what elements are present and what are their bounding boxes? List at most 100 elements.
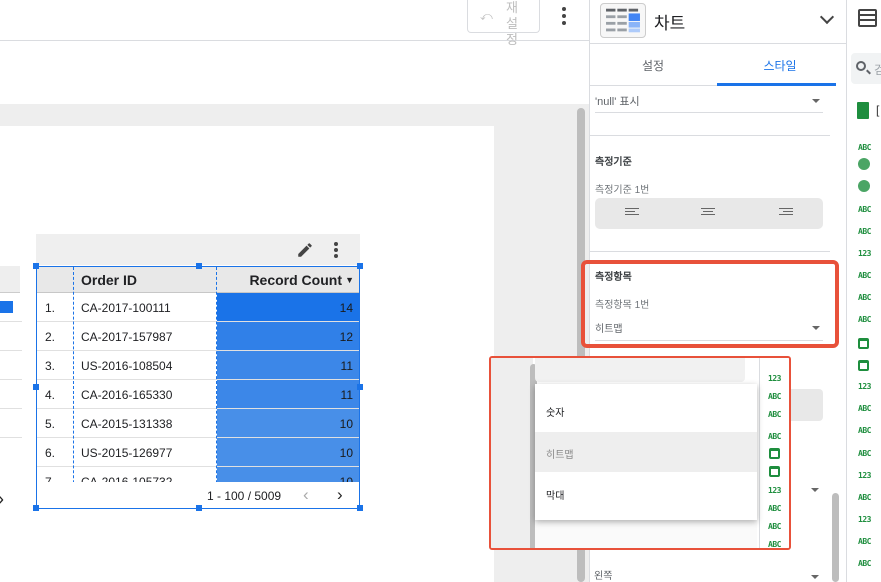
option-bar[interactable]: 막대 (535, 473, 757, 513)
metric-display-dropdown: 123 ABC ABC ABC 123 ABC ABC ABC 숫자 히트맵 막대 (489, 356, 791, 550)
table-row[interactable]: 4. CA-2016-165330 11 (37, 380, 359, 409)
record-count-cell: 11 (217, 380, 359, 408)
dimension-sub-label: 측정기준 1번 (595, 185, 650, 196)
reset-button[interactable]: ⤺ 재설 정 (467, 0, 540, 47)
calendar-icon (769, 466, 780, 477)
partial-table-bar (0, 301, 13, 313)
number-type-icon: 123 (858, 382, 871, 391)
text-type-icon: ABC (858, 315, 871, 324)
row-number: 6. (45, 446, 56, 460)
row-number: 1. (45, 301, 56, 315)
align-center-icon[interactable] (701, 208, 715, 219)
partial-table-divider (0, 437, 22, 438)
resize-handle[interactable] (33, 384, 39, 390)
tab-style[interactable]: 스타일 (717, 57, 843, 74)
column-header-order-id[interactable]: Order ID (81, 272, 137, 288)
next-page-icon[interactable]: › (337, 485, 343, 505)
section-divider (590, 135, 830, 136)
chevron-down-icon[interactable] (819, 9, 835, 25)
calendar-icon (769, 448, 780, 459)
metric-highlight-frame (581, 260, 839, 348)
option-number[interactable]: 숫자 (535, 390, 757, 430)
text-type-icon: ABC (768, 410, 781, 419)
record-count-cell: 10 (217, 438, 359, 466)
column-header-record-count[interactable]: Record Count (249, 272, 342, 288)
table-more-icon[interactable] (332, 242, 340, 258)
row-number: 2. (45, 330, 56, 344)
record-count-cell: 10 (217, 409, 359, 437)
more-options-icon[interactable] (557, 5, 571, 27)
record-count-cell: 12 (217, 322, 359, 350)
dropdown-arrow-icon[interactable] (811, 488, 819, 492)
tab-setup[interactable]: 설정 (590, 57, 716, 74)
text-type-icon: ABC (768, 392, 781, 401)
dropdown-arrow-icon[interactable] (811, 575, 819, 579)
resize-handle[interactable] (357, 263, 363, 269)
partial-table-left[interactable]: › (0, 266, 22, 509)
option-heatmap[interactable]: 히트맵 (535, 432, 757, 472)
reset-label-line2: 정 (506, 32, 518, 47)
column-guide (216, 267, 217, 508)
table-row[interactable]: 1. CA-2017-100111 14 (37, 293, 359, 322)
calendar-icon (858, 360, 869, 371)
partial-table-divider (0, 408, 22, 409)
resize-handle[interactable] (196, 505, 202, 511)
text-type-icon: ABC (858, 537, 871, 546)
order-id-cell: CA-2015-131338 (81, 417, 173, 431)
dropdown-arrow-icon[interactable] (812, 99, 820, 103)
partial-table-next-icon[interactable]: › (0, 489, 4, 510)
align-left-icon[interactable] (625, 208, 639, 219)
data-table[interactable]: Order ID Record Count ▼ 1. CA-2017-100111… (36, 266, 360, 509)
number-type-icon: 123 (858, 249, 871, 258)
partial-table-divider (0, 350, 22, 351)
table-chart-icon (600, 3, 646, 38)
number-type-icon: 123 (858, 471, 871, 480)
resize-handle[interactable] (196, 263, 202, 269)
select-underline (595, 112, 823, 113)
data-source-icon[interactable] (858, 9, 877, 27)
table-row[interactable]: 2. CA-2017-157987 12 (37, 322, 359, 351)
table-row[interactable]: 3. US-2016-108504 11 (37, 351, 359, 380)
panel-scrollbar[interactable] (832, 493, 839, 582)
text-type-icon: ABC (768, 504, 781, 513)
calendar-icon (858, 338, 869, 349)
text-type-icon: ABC (858, 293, 871, 302)
order-id-cell: CA-2016-165330 (81, 388, 173, 402)
row-number: 3. (45, 359, 56, 373)
alignment-select[interactable]: 왼쪽 (594, 567, 612, 582)
dimension-section-title: 측정기준 (595, 157, 632, 168)
resize-handle[interactable] (33, 263, 39, 269)
table-header: Order ID Record Count ▼ (37, 267, 359, 293)
report-toolbar: ⤺ 재설 정 (0, 0, 589, 47)
text-type-icon: ABC (858, 227, 871, 236)
globe-icon (858, 180, 870, 192)
ghost-button-row (535, 358, 745, 382)
align-right-icon[interactable] (779, 208, 793, 219)
resize-handle[interactable] (33, 505, 39, 511)
number-type-icon: 123 (768, 486, 781, 495)
prev-page-icon[interactable]: ‹ (303, 485, 309, 505)
order-id-cell: CA-2017-100111 (81, 301, 171, 315)
text-type-icon: ABC (858, 143, 871, 152)
search-icon (856, 61, 866, 71)
table-row[interactable]: 6. US-2015-126977 10 (37, 438, 359, 467)
chart-type-selector[interactable]: 차트 (590, 0, 847, 44)
record-count-cell: 14 (217, 293, 359, 321)
pencil-icon[interactable] (296, 241, 314, 259)
search-placeholder: 검 (874, 63, 881, 77)
table-row[interactable]: 5. CA-2015-131338 10 (37, 409, 359, 438)
row-number: 4. (45, 388, 56, 402)
null-display-select[interactable]: 'null' 표시 (595, 93, 640, 109)
field-list-strip: 123 ABC ABC ABC 123 ABC ABC ABC (759, 358, 789, 548)
reset-label-line1: 재설 (506, 0, 518, 31)
order-id-cell: US-2015-126977 (81, 446, 173, 460)
sort-desc-icon[interactable]: ▼ (345, 275, 354, 285)
data-source-name: [ (876, 103, 880, 117)
text-type-icon: ABC (858, 404, 871, 413)
globe-icon (858, 158, 870, 170)
field-search-input[interactable]: 검 (851, 53, 881, 84)
resize-handle[interactable] (357, 384, 363, 390)
google-sheets-icon (857, 102, 869, 119)
resize-handle[interactable] (357, 505, 363, 511)
panel-tabs: 설정 스타일 (590, 45, 836, 86)
